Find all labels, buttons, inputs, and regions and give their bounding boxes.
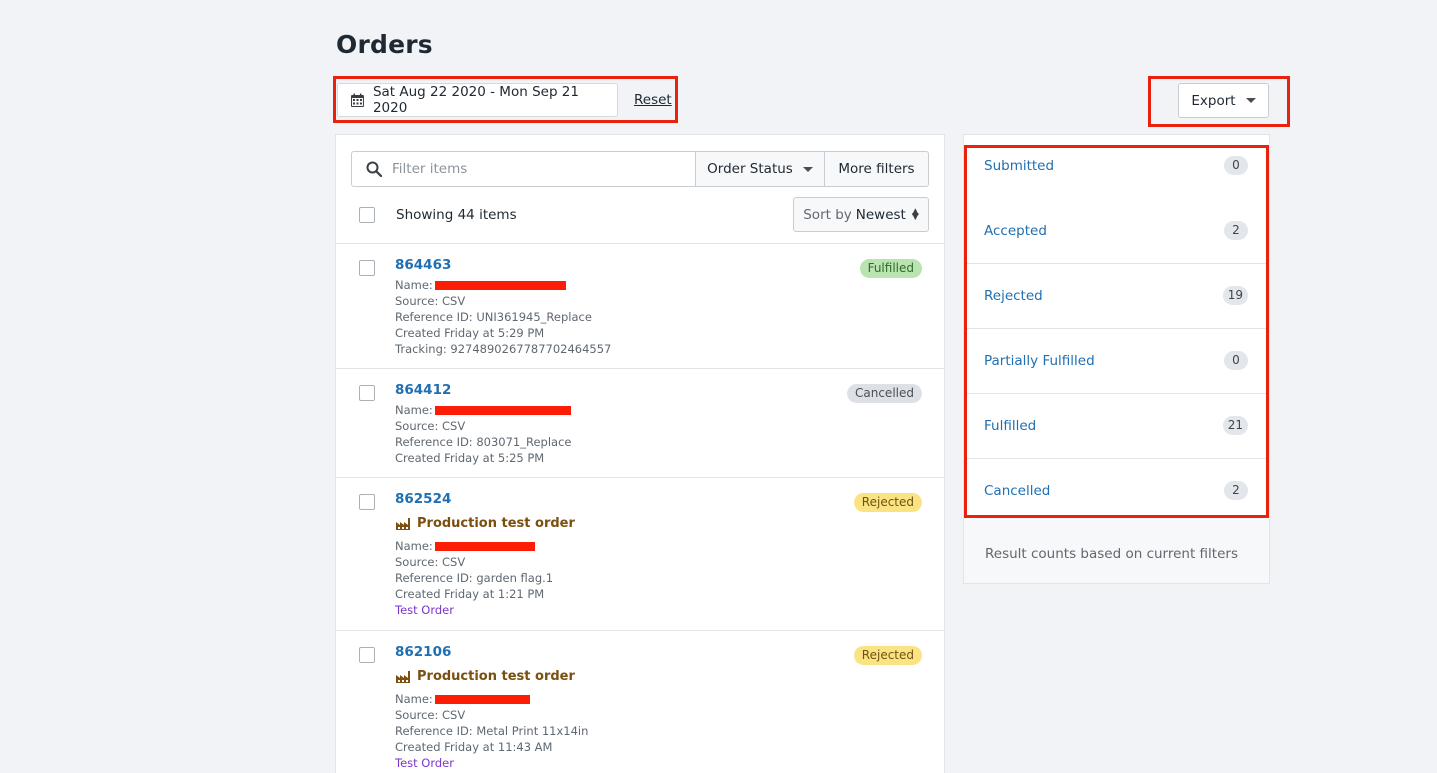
production-test-text: Production test order — [417, 516, 575, 531]
sort-value: Newest — [855, 206, 906, 223]
order-details: Name: Source: CSV Reference ID: garden f… — [395, 538, 553, 618]
production-test-text: Production test order — [417, 669, 575, 684]
date-range-picker[interactable]: Sat Aug 22 2020 - Mon Sep 21 2020 — [337, 83, 618, 117]
orders-list-panel: Order Status More filters Showing 44 ite… — [335, 134, 945, 773]
order-checkbox[interactable] — [359, 647, 375, 663]
calendar-icon — [350, 93, 364, 107]
order-row[interactable]: 862524 Rejected Production test order Na… — [336, 477, 944, 630]
order-id-link[interactable]: 862524 — [395, 491, 451, 507]
select-all-checkbox[interactable] — [359, 207, 375, 223]
factory-icon — [396, 670, 410, 683]
status-footnote: Result counts based on current filters — [985, 546, 1238, 562]
sort-prefix: Sort by — [803, 206, 852, 223]
status-counts-highlight — [964, 145, 1269, 518]
search-icon — [366, 161, 382, 177]
redaction-bar — [434, 695, 530, 704]
order-created: Created Friday at 5:25 PM — [395, 451, 545, 465]
redaction-bar — [434, 406, 571, 415]
order-name: Name: — [395, 277, 611, 293]
order-source: Source: CSV — [395, 708, 466, 722]
page-title: Orders — [336, 30, 433, 59]
order-details: Name: Source: CSV Reference ID: Metal Pr… — [395, 691, 588, 771]
filter-input[interactable] — [392, 161, 672, 177]
status-badge: Rejected — [853, 493, 922, 512]
order-id-link[interactable]: 864463 — [395, 257, 451, 273]
status-badge: Cancelled — [847, 384, 922, 403]
order-name: Name: — [395, 402, 571, 418]
reset-link[interactable]: Reset — [634, 92, 672, 108]
order-id-link[interactable]: 864412 — [395, 382, 451, 398]
order-row[interactable]: 864463 Fulfilled Name: Source: CSV Refer… — [336, 243, 944, 368]
order-source: Source: CSV — [395, 555, 466, 569]
order-created: Created Friday at 5:29 PM — [395, 326, 545, 340]
order-status-dropdown[interactable]: Order Status — [695, 151, 825, 187]
export-label: Export — [1191, 92, 1236, 109]
showing-count: Showing 44 items — [396, 207, 517, 223]
order-id-link[interactable]: 862106 — [395, 644, 451, 660]
order-name: Name: — [395, 538, 553, 554]
sort-updown-icon: ▲ ▼ — [911, 206, 919, 222]
test-order-tag: Test Order — [395, 603, 454, 617]
order-created: Created Friday at 1:21 PM — [395, 587, 545, 601]
caret-down-icon — [802, 166, 813, 172]
filter-search-box[interactable] — [351, 151, 696, 187]
order-row[interactable]: 862106 Rejected Production test order Na… — [336, 630, 944, 773]
production-test-label: Production test order — [395, 669, 575, 684]
order-created: Created Friday at 11:43 AM — [395, 740, 553, 754]
order-checkbox[interactable] — [359, 385, 375, 401]
order-status-label: Order Status — [707, 161, 793, 177]
test-order-tag: Test Order — [395, 756, 454, 770]
order-reference: Reference ID: Metal Print 11x14in — [395, 724, 589, 738]
status-badge: Fulfilled — [859, 259, 922, 278]
order-tracking: Tracking: 9274890267787702464557 — [395, 342, 612, 356]
status-badge: Rejected — [853, 646, 922, 665]
order-reference: Reference ID: garden flag.1 — [395, 571, 554, 585]
order-checkbox[interactable] — [359, 494, 375, 510]
order-details: Name: Source: CSV Reference ID: 803071_R… — [395, 402, 571, 466]
order-name: Name: — [395, 691, 588, 707]
production-test-label: Production test order — [395, 516, 575, 531]
order-reference: Reference ID: 803071_Replace — [395, 435, 572, 449]
factory-icon — [396, 517, 410, 530]
sort-dropdown[interactable]: Sort by Newest ▲ ▼ — [793, 197, 929, 232]
order-checkbox[interactable] — [359, 260, 375, 276]
order-row[interactable]: 864412 Cancelled Name: Source: CSV Refer… — [336, 368, 944, 477]
order-reference: Reference ID: UNI361945_Replace — [395, 310, 592, 324]
order-source: Source: CSV — [395, 419, 466, 433]
redaction-bar — [434, 281, 566, 290]
order-details: Name: Source: CSV Reference ID: UNI36194… — [395, 277, 611, 357]
redaction-bar — [434, 542, 535, 551]
order-source: Source: CSV — [395, 294, 466, 308]
caret-down-icon — [1245, 98, 1256, 103]
date-range-label: Sat Aug 22 2020 - Mon Sep 21 2020 — [372, 84, 579, 116]
more-filters-button[interactable]: More filters — [824, 151, 929, 187]
export-button[interactable]: Export — [1178, 83, 1269, 118]
